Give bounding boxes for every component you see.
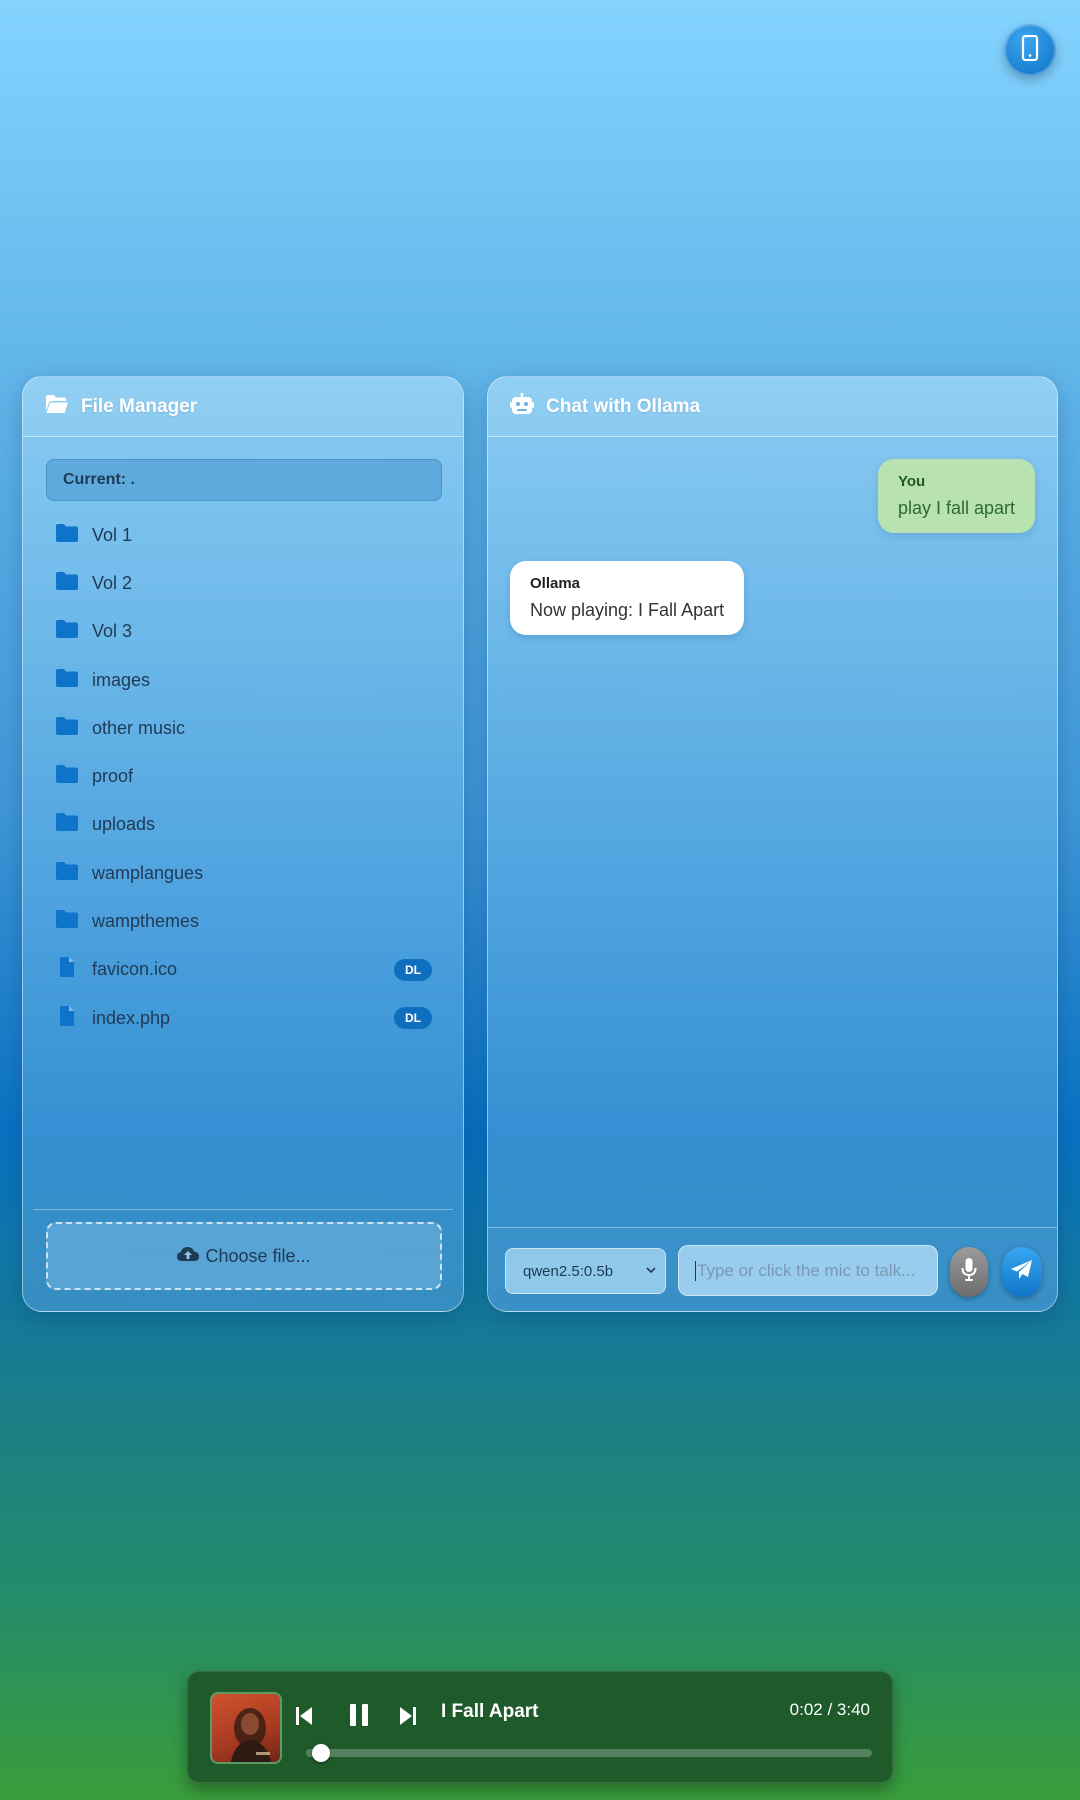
paper-plane-icon bbox=[1011, 1259, 1033, 1285]
chat-header: Chat with Ollama bbox=[488, 377, 1057, 437]
folder-icon bbox=[56, 571, 78, 595]
file-name: proof bbox=[92, 766, 134, 787]
user-message: You play I fall apart bbox=[877, 459, 1035, 533]
file-manager-title: File Manager bbox=[81, 395, 198, 417]
file-name: other music bbox=[92, 717, 186, 738]
folder-item-wamplangues[interactable]: wamplangues bbox=[46, 849, 442, 897]
robot-icon bbox=[510, 392, 534, 420]
text-cursor bbox=[695, 1260, 696, 1281]
file-name: Vol 1 bbox=[92, 524, 133, 545]
skip-previous-icon[interactable] bbox=[295, 1706, 313, 1731]
folder-icon bbox=[56, 813, 78, 836]
download-badge[interactable]: DL bbox=[394, 1006, 432, 1029]
album-art[interactable] bbox=[210, 1692, 282, 1764]
chat-messages: You play I fall apart Ollama Now playing… bbox=[488, 437, 1057, 1209]
file-manager-header: File Manager bbox=[23, 377, 463, 437]
pause-icon[interactable] bbox=[350, 1703, 368, 1732]
file-item-index-php[interactable]: index.php DL bbox=[46, 994, 442, 1042]
chat-title: Chat with Ollama bbox=[546, 395, 701, 417]
folder-item-uploads[interactable]: uploads bbox=[46, 801, 442, 849]
choose-file-button[interactable]: Choose file... bbox=[46, 1222, 442, 1290]
send-button[interactable] bbox=[1002, 1247, 1042, 1297]
folder-icon bbox=[56, 765, 78, 788]
file-item-favicon[interactable]: favicon.ico DL bbox=[46, 946, 442, 994]
cloud-upload-icon bbox=[177, 1246, 200, 1267]
model-select[interactable]: qwen2.5:0.5b bbox=[505, 1248, 666, 1294]
file-icon bbox=[56, 957, 78, 982]
upload-area: Choose file... bbox=[33, 1209, 453, 1303]
model-select-value: qwen2.5:0.5b bbox=[523, 1262, 614, 1280]
file-name: Vol 2 bbox=[92, 572, 133, 593]
message-text: play I fall apart bbox=[897, 498, 1015, 518]
bot-message: Ollama Now playing: I Fall Apart bbox=[510, 561, 745, 635]
chat-input-bar: qwen2.5:0.5b Type or click the mic to ta… bbox=[488, 1227, 1057, 1311]
microphone-icon bbox=[961, 1257, 977, 1287]
folder-item-other-music[interactable]: other music bbox=[46, 704, 442, 752]
track-title: I Fall Apart bbox=[441, 1701, 539, 1722]
chat-input-placeholder: Type or click the mic to talk... bbox=[697, 1260, 916, 1280]
file-name: Vol 3 bbox=[92, 621, 133, 642]
music-player: I Fall Apart 0:02 / 3:40 bbox=[187, 1671, 893, 1783]
download-badge[interactable]: DL bbox=[394, 958, 432, 981]
skip-next-icon[interactable] bbox=[399, 1706, 417, 1731]
mobile-view-button[interactable] bbox=[1004, 24, 1056, 76]
chevron-down-icon bbox=[645, 1263, 657, 1280]
file-name: wamplangues bbox=[92, 862, 204, 883]
folder-icon bbox=[56, 716, 78, 740]
folder-open-icon bbox=[45, 394, 69, 419]
folder-icon bbox=[56, 910, 78, 933]
chat-input[interactable]: Type or click the mic to talk... bbox=[678, 1245, 938, 1296]
choose-file-label: Choose file... bbox=[205, 1245, 311, 1266]
folder-item-vol-3[interactable]: Vol 3 bbox=[46, 608, 442, 656]
folder-item-images[interactable]: images bbox=[46, 656, 442, 704]
progress-bar[interactable] bbox=[306, 1744, 872, 1762]
file-name: uploads bbox=[92, 814, 156, 835]
chat-panel: Chat with Ollama You play I fall apart O… bbox=[487, 376, 1058, 1312]
file-name: index.php bbox=[92, 1007, 171, 1028]
file-name: favicon.ico bbox=[92, 959, 178, 980]
current-path: Current: . bbox=[46, 459, 442, 501]
folder-item-vol-1[interactable]: Vol 1 bbox=[46, 511, 442, 559]
playback-time: 0:02 / 3:40 bbox=[789, 1700, 870, 1719]
folder-item-wampthemes[interactable]: wampthemes bbox=[46, 897, 442, 945]
file-name: wampthemes bbox=[92, 911, 200, 932]
file-list: Vol 1 Vol 2 Vol 3 images other music pro… bbox=[46, 511, 442, 1042]
folder-icon bbox=[56, 523, 78, 547]
folder-icon bbox=[56, 668, 78, 692]
folder-icon bbox=[56, 620, 78, 643]
message-sender: Ollama bbox=[530, 575, 581, 592]
message-text: Now playing: I Fall Apart bbox=[530, 600, 725, 620]
message-sender: You bbox=[897, 473, 926, 490]
file-manager-panel: File Manager Current: . Vol 1 Vol 2 Vol … bbox=[22, 376, 464, 1312]
mic-button[interactable] bbox=[950, 1247, 988, 1297]
file-icon bbox=[56, 1005, 78, 1031]
file-name: images bbox=[92, 669, 151, 690]
mobile-phone-icon bbox=[1020, 34, 1040, 66]
folder-item-proof[interactable]: proof bbox=[46, 752, 442, 800]
progress-knob[interactable] bbox=[312, 1744, 331, 1762]
folder-item-vol-2[interactable]: Vol 2 bbox=[46, 559, 442, 607]
folder-icon bbox=[56, 861, 78, 885]
